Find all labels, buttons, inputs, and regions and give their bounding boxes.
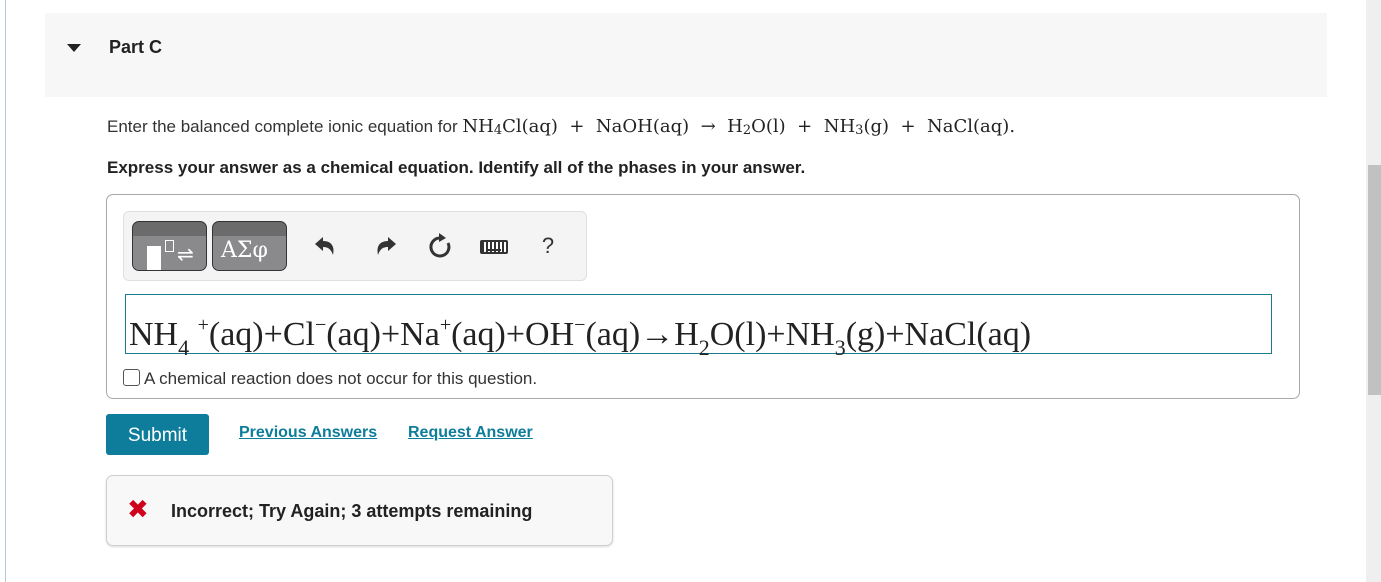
request-answer-link[interactable]: Request Answer bbox=[408, 424, 533, 442]
answer-instruction: Express your answer as a chemical equati… bbox=[107, 158, 806, 177]
templates-button[interactable]: ⇌ bbox=[132, 221, 207, 271]
equation-term: Cl−(aq) bbox=[282, 314, 381, 353]
part-title: Part C bbox=[109, 37, 163, 57]
equation-term: NH4 +(aq) bbox=[129, 314, 264, 360]
keyboard-icon[interactable] bbox=[480, 232, 508, 260]
equation-toolbar: ⇌ ΑΣφ ? bbox=[123, 211, 587, 281]
submit-button[interactable]: Submit bbox=[106, 414, 209, 455]
answer-box: ⇌ ΑΣφ ? NH4 +(aq)+Cl−(aq)+Na+(aq)+OH−(aq… bbox=[106, 194, 1300, 399]
equation-term: NaCl(aq) bbox=[904, 316, 1032, 353]
template-block-icon bbox=[147, 246, 161, 270]
scrollbar-thumb[interactable] bbox=[1368, 165, 1381, 395]
prompt-reaction: NH4Cl(aq) + NaOH(aq) → H2O(l) + NH3(g) +… bbox=[462, 116, 1016, 138]
no-reaction-label: A chemical reaction does not occur for t… bbox=[144, 369, 538, 388]
reaction-arrow: → bbox=[640, 316, 675, 353]
feedback-box: ✖ Incorrect; Try Again; 3 attempts remai… bbox=[106, 475, 613, 546]
prompt-lead: Enter the balanced complete ionic equati… bbox=[107, 117, 458, 136]
template-superscript-icon bbox=[165, 240, 174, 252]
plus-sign: + bbox=[766, 316, 786, 353]
greek-symbols-icon: ΑΣφ bbox=[221, 238, 268, 263]
plus-sign: + bbox=[263, 316, 283, 353]
equation-term: H2O(l) bbox=[674, 316, 767, 360]
help-icon[interactable]: ? bbox=[534, 232, 562, 260]
part-header[interactable]: Part C bbox=[45, 13, 1327, 97]
incorrect-x-icon: ✖ bbox=[127, 495, 149, 525]
left-border-rule bbox=[5, 0, 6, 582]
no-reaction-option[interactable]: A chemical reaction does not occur for t… bbox=[123, 369, 537, 389]
plus-sign: + bbox=[380, 316, 401, 353]
reset-icon[interactable] bbox=[426, 232, 454, 260]
previous-answers-link[interactable]: Previous Answers bbox=[239, 424, 377, 442]
feedback-message: Incorrect; Try Again; 3 attempts remaini… bbox=[171, 501, 533, 521]
equation-term: Na+(aq) bbox=[400, 314, 506, 353]
no-reaction-checkbox[interactable] bbox=[123, 369, 140, 386]
plus-sign: + bbox=[885, 316, 905, 353]
collapse-caret-icon[interactable] bbox=[67, 44, 81, 52]
equation-term: OH−(aq) bbox=[525, 314, 641, 353]
undo-icon[interactable] bbox=[311, 232, 339, 260]
equation-input[interactable]: NH4 +(aq)+Cl−(aq)+Na+(aq)+OH−(aq)→H2O(l)… bbox=[125, 294, 1272, 360]
plus-sign: + bbox=[505, 316, 526, 353]
symbols-button[interactable]: ΑΣφ bbox=[212, 221, 287, 271]
equilibrium-arrows-icon: ⇌ bbox=[177, 242, 194, 266]
equation-term: NH3(g) bbox=[785, 316, 886, 360]
redo-icon[interactable] bbox=[372, 232, 400, 260]
question-prompt: Enter the balanced complete ionic equati… bbox=[107, 116, 1015, 138]
